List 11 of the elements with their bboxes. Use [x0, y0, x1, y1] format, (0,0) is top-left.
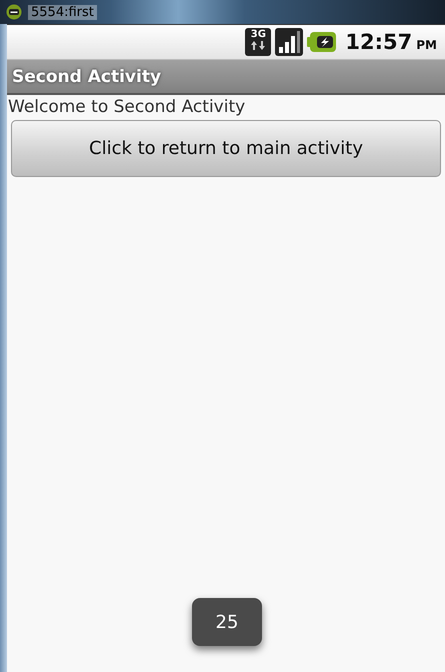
- welcome-text: Welcome to Second Activity: [8, 97, 246, 117]
- signal-icon: [275, 28, 304, 56]
- toast-message: 25: [192, 598, 262, 646]
- window-title: 5554:first: [28, 4, 97, 20]
- return-button[interactable]: Click to return to main activity: [11, 120, 441, 177]
- status-time: 12:57: [345, 30, 412, 54]
- android-emulator-icon: [6, 4, 22, 20]
- battery-charging-icon: [307, 31, 338, 53]
- network-type-icon: 3G: [245, 28, 272, 56]
- status-meridiem: PM: [416, 38, 437, 52]
- activity-title: Second Activity: [12, 66, 162, 86]
